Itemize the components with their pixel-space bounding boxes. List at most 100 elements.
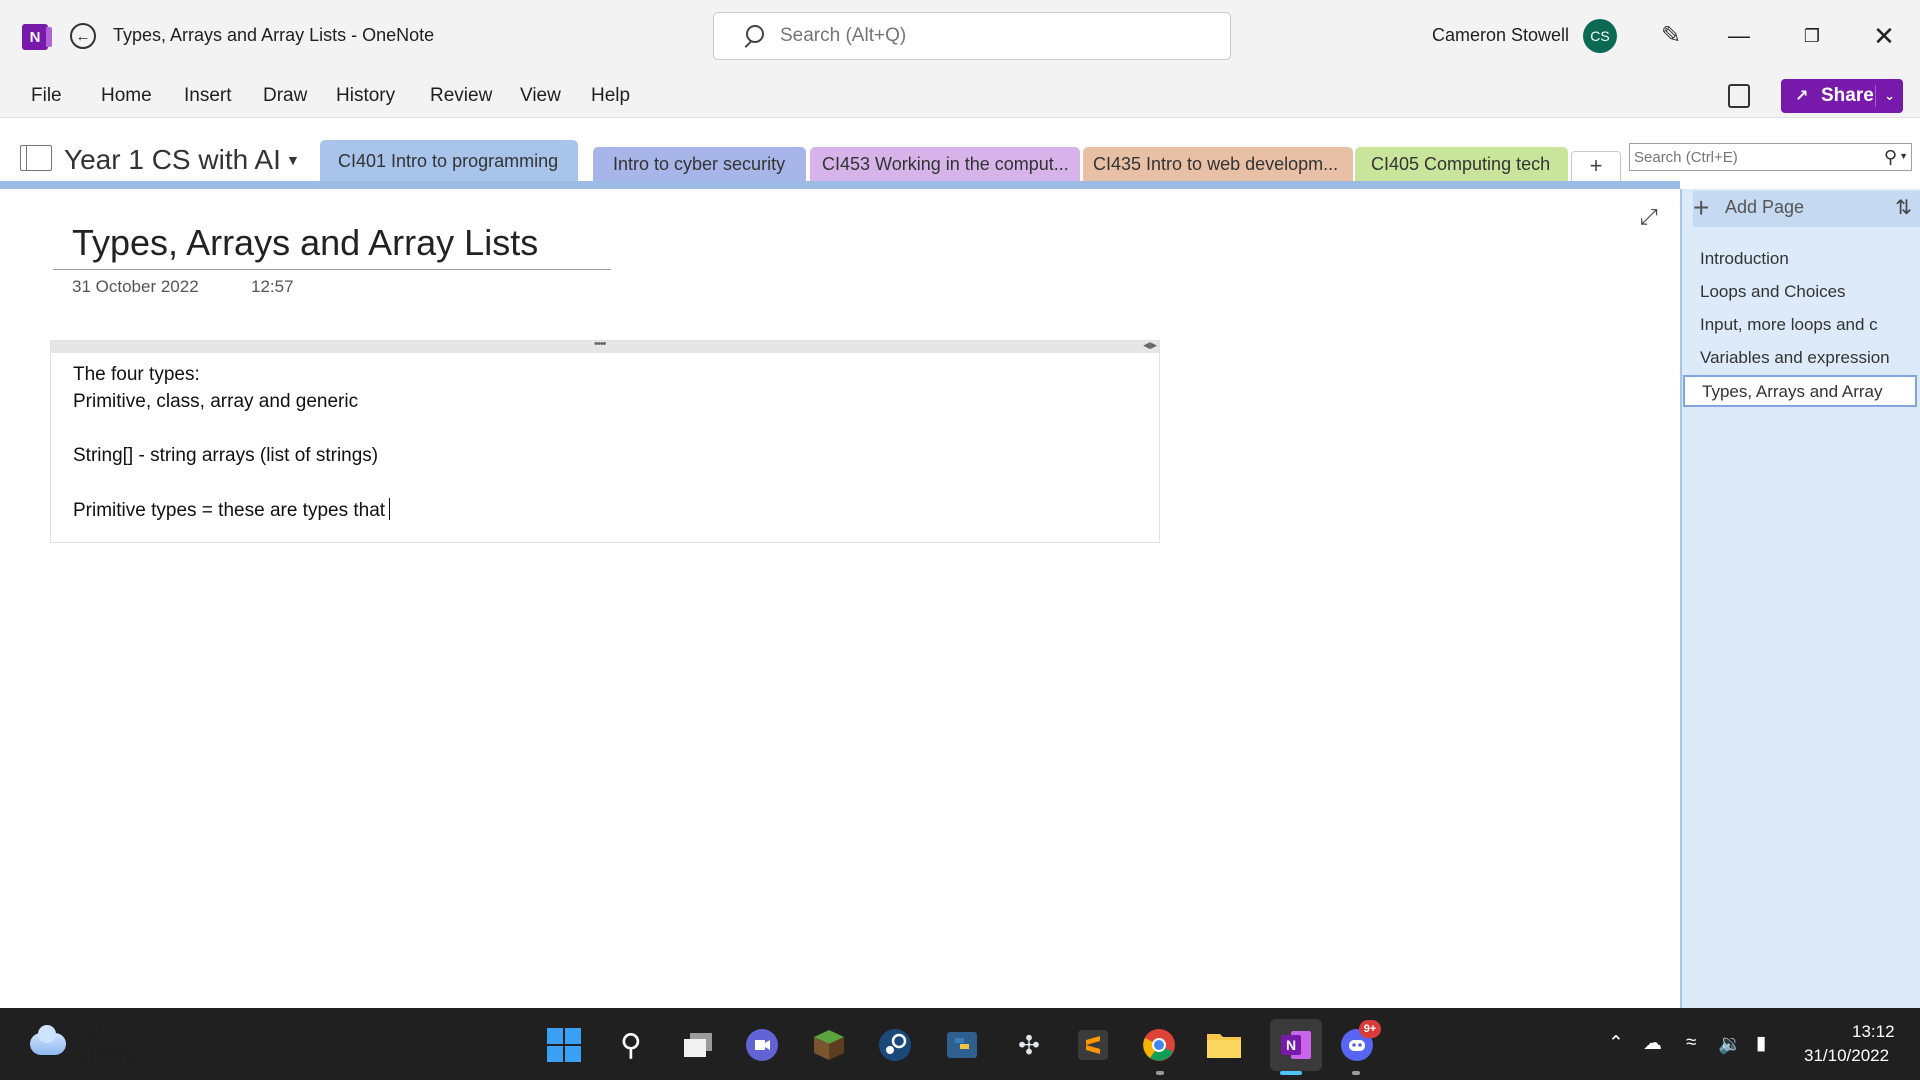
inkscape-icon[interactable]: ✣	[1010, 1026, 1048, 1064]
tab-cyber-security[interactable]: Intro to cyber security	[593, 147, 806, 181]
resize-arrows-icon[interactable]: ◀▶	[1143, 340, 1157, 351]
expand-icon[interactable]: ⤢	[1640, 204, 1658, 230]
note-line[interactable]: String[] - string arrays (list of string…	[73, 445, 378, 467]
search-icon[interactable]: ⚲	[612, 1026, 650, 1064]
note-line[interactable]: The four types:	[73, 364, 200, 386]
running-indicator	[1352, 1071, 1360, 1075]
note-line-active[interactable]: Primitive types = these are types that	[73, 498, 391, 522]
chevron-down-icon[interactable]: ▼	[1899, 151, 1908, 161]
page-search-box[interactable]: ⚲ ▼	[1629, 143, 1912, 171]
tab-ci435[interactable]: CI435 Intro to web developm...	[1083, 147, 1353, 181]
page-search-input[interactable]	[1634, 148, 1864, 166]
window-title: Types, Arrays and Array Lists - OneNote	[113, 25, 435, 45]
page-item-input-more-loops[interactable]: Input, more loops and c	[1683, 310, 1917, 340]
search-box[interactable]	[713, 12, 1231, 60]
running-indicator	[1156, 1071, 1164, 1075]
search-icon[interactable]: ⚲	[1884, 147, 1897, 168]
tab-ci453[interactable]: CI453 Working in the comput...	[810, 147, 1080, 181]
file-explorer-icon[interactable]	[1205, 1026, 1243, 1064]
back-arrow-icon[interactable]: ←	[70, 23, 96, 49]
onenote-taskbar-icon[interactable]: N	[1270, 1019, 1322, 1071]
tab-label: CI405 Computing tech	[1371, 153, 1551, 174]
menu-insert[interactable]: Insert	[184, 85, 232, 107]
note-line[interactable]: Primitive, class, array and generic	[73, 391, 358, 413]
add-section-button[interactable]: +	[1571, 151, 1621, 181]
active-indicator	[1280, 1071, 1302, 1075]
volume-icon[interactable]: 🔉	[1718, 1032, 1742, 1056]
svg-text:N: N	[1286, 1037, 1296, 1053]
drag-handle-icon[interactable]: ••••	[594, 338, 606, 350]
share-icon: ↗	[1795, 88, 1809, 105]
battery-icon[interactable]: ▮	[1756, 1032, 1766, 1055]
minecraft-glyph	[814, 1030, 844, 1060]
onedrive-icon[interactable]: ☁	[1643, 1032, 1662, 1055]
section-color-band	[0, 181, 1680, 189]
chevron-down-icon[interactable]: ▼	[286, 152, 300, 168]
page-item-loops-and-choices[interactable]: Loops and Choices	[1683, 277, 1917, 307]
page-time: 12:57	[251, 277, 294, 296]
tab-label: CI435 Intro to web developm...	[1093, 153, 1339, 174]
page-item-introduction[interactable]: Introduction	[1683, 244, 1917, 274]
tab-label: CI401 Intro to programming	[338, 150, 559, 171]
minecraft-icon[interactable]	[810, 1026, 848, 1064]
notebook-view-icon[interactable]	[1728, 84, 1750, 108]
clock-time[interactable]: 13:12	[1852, 1022, 1895, 1042]
page-item-types-arrays[interactable]: Types, Arrays and Array	[1683, 375, 1917, 407]
wifi-icon[interactable]: ≈	[1686, 1032, 1696, 1054]
windows-logo	[547, 1028, 581, 1062]
weather-temperature[interactable]: 16°C	[77, 1023, 117, 1044]
tab-label: Intro to cyber security	[613, 153, 786, 174]
chevron-down-icon[interactable]: ⌄	[1875, 85, 1895, 107]
share-button[interactable]: ↗ Share ⌄	[1781, 79, 1903, 113]
tab-ci401[interactable]: CI401 Intro to programming	[320, 140, 578, 182]
page-date: 31 October 2022	[72, 277, 199, 296]
weather-condition[interactable]: Cloudy	[77, 1047, 133, 1068]
page-title[interactable]: Types, Arrays and Array Lists	[72, 222, 538, 264]
menu-file[interactable]: File	[31, 85, 62, 107]
note-container-handle[interactable]: •••• ◀▶	[51, 338, 1159, 353]
pen-icon[interactable]: ✎	[1657, 22, 1685, 50]
menu-home[interactable]: Home	[101, 85, 152, 107]
windows-start-icon[interactable]	[545, 1026, 583, 1064]
page-item-variables[interactable]: Variables and expression	[1683, 343, 1917, 373]
menu-review[interactable]: Review	[430, 85, 492, 107]
add-page-button[interactable]: + Add Page ⇅	[1693, 191, 1920, 227]
cloud-icon[interactable]	[30, 1025, 66, 1055]
chrome-glyph	[1143, 1029, 1175, 1061]
notebook-name[interactable]: Year 1 CS with AI	[64, 144, 281, 176]
add-page-label: Add Page	[1725, 197, 1805, 217]
folder-glyph	[1207, 1034, 1241, 1058]
chrome-icon[interactable]	[1140, 1026, 1178, 1064]
minimize-icon[interactable]: —	[1719, 16, 1759, 56]
clock-date[interactable]: 31/10/2022	[1804, 1046, 1889, 1066]
user-name[interactable]: Cameron Stowell	[1432, 25, 1569, 46]
menu-history[interactable]: History	[336, 85, 395, 107]
chevron-up-icon[interactable]: ⌃	[1608, 1032, 1624, 1055]
menu-help[interactable]: Help	[591, 85, 630, 107]
tab-label: CI453 Working in the comput...	[822, 153, 1069, 174]
menu-view[interactable]: View	[520, 85, 561, 107]
text-cursor	[389, 498, 391, 520]
teams-chat-icon[interactable]	[743, 1026, 781, 1064]
notification-badge: 9+	[1359, 1020, 1381, 1038]
sublime-glyph	[1078, 1030, 1108, 1060]
close-icon[interactable]: ✕	[1864, 16, 1904, 56]
steam-glyph	[879, 1029, 911, 1061]
tab-ci405[interactable]: CI405 Computing tech	[1355, 147, 1568, 181]
note-container[interactable]: •••• ◀▶ The four types: Primitive, class…	[50, 338, 1160, 543]
search-input[interactable]	[780, 25, 1180, 47]
sort-icon[interactable]: ⇅	[1895, 195, 1912, 220]
avatar[interactable]: CS	[1583, 19, 1617, 53]
restore-icon[interactable]: ❐	[1792, 16, 1832, 56]
onenote-app-icon: N	[22, 24, 52, 50]
ribbon-menu-bar: File Home Insert Draw History Review Vie…	[0, 72, 1920, 118]
share-label: Share	[1821, 85, 1874, 106]
page-canvas[interactable]	[0, 189, 1680, 1008]
steam-icon[interactable]	[876, 1026, 914, 1064]
plus-icon: +	[1693, 192, 1710, 223]
sublime-text-icon[interactable]	[1074, 1026, 1112, 1064]
python-icon[interactable]	[943, 1026, 981, 1064]
notebook-icon	[20, 145, 52, 171]
task-view-icon[interactable]	[679, 1026, 717, 1064]
menu-draw[interactable]: Draw	[263, 85, 307, 107]
